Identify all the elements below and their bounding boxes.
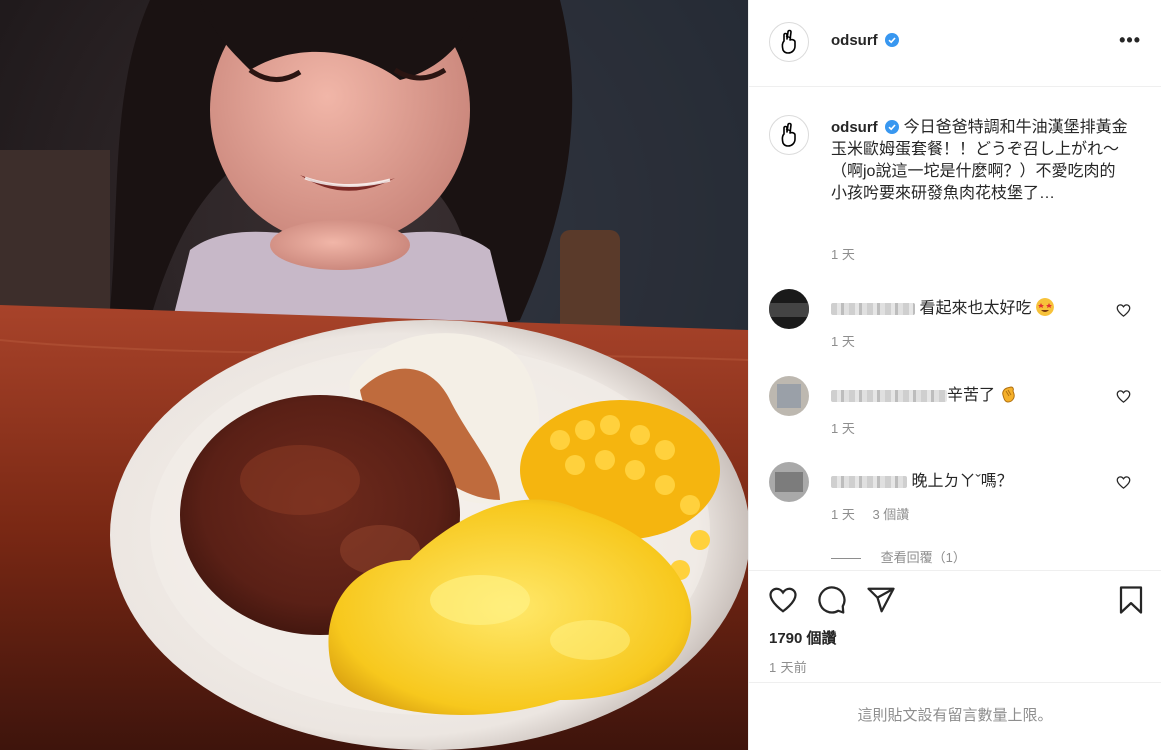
post-actions: 1790 個讚 1 天前 xyxy=(749,570,1161,683)
verified-badge-icon xyxy=(885,33,900,47)
comment-avatar[interactable] xyxy=(769,462,809,502)
clap-emoji xyxy=(1002,386,1016,403)
blurred-username[interactable] xyxy=(831,389,947,402)
comment-1: 看起來也太好吃 xyxy=(831,294,1054,318)
comment-1-time[interactable]: 1 天 xyxy=(831,331,855,350)
heart-icon[interactable] xyxy=(768,585,798,615)
share-icon[interactable] xyxy=(866,585,896,615)
likes-count[interactable]: 1790 個讚 xyxy=(769,627,837,648)
comment-limit-notice: 這則貼文設有留言數量上限。 xyxy=(749,682,1161,751)
comment-2: 辛苦了 xyxy=(831,381,1017,405)
crossed-fingers-avatar-icon xyxy=(781,122,796,147)
bookmark-icon[interactable] xyxy=(1116,585,1146,615)
comment-3-meta: 1 天 3 個讚 xyxy=(831,504,909,523)
star-struck-emoji xyxy=(1035,298,1054,316)
instagram-post-modal: odsurf ••• odsurf 今日爸爸特調和牛油漢堡排黃金玉米歐姆蛋套餐！… xyxy=(0,0,1161,750)
posted-time[interactable]: 1 天前 xyxy=(769,657,807,676)
blurred-username[interactable] xyxy=(831,475,907,488)
comment-avatar[interactable] xyxy=(769,376,809,416)
avatar-blur xyxy=(769,303,809,317)
caption-time[interactable]: 1 天 xyxy=(831,244,855,263)
verified-badge-icon xyxy=(885,120,900,134)
view-replies-label[interactable]: 查看回覆（1） xyxy=(881,550,966,565)
caption-avatar[interactable] xyxy=(769,115,809,155)
post-details-panel: odsurf ••• odsurf 今日爸爸特調和牛油漢堡排黃金玉米歐姆蛋套餐！… xyxy=(748,0,1161,750)
comment-2-time[interactable]: 1 天 xyxy=(831,418,855,437)
comment-like-heart-icon[interactable] xyxy=(1116,303,1131,318)
author-avatar[interactable] xyxy=(769,22,809,62)
comment-avatar[interactable] xyxy=(769,289,809,329)
replies-divider xyxy=(831,558,861,560)
comments-list[interactable]: odsurf 今日爸爸特調和牛油漢堡排黃金玉米歐姆蛋套餐！！どうぞ召し上がれ～（… xyxy=(749,87,1161,569)
blurred-username[interactable] xyxy=(831,302,915,315)
header-username[interactable]: odsurf xyxy=(831,32,878,49)
comment-1-text: 看起來也太好吃 xyxy=(919,300,1032,317)
header-username-row: odsurf xyxy=(831,32,900,50)
comment-3-text: 晚上ㄉㄚˇ嗎？ xyxy=(911,473,1013,490)
post-photo[interactable] xyxy=(0,0,748,750)
comment-like-heart-icon[interactable] xyxy=(1116,389,1131,404)
comment-icon[interactable] xyxy=(817,585,847,615)
post-header: odsurf ••• xyxy=(749,0,1161,87)
avatar-blur xyxy=(777,384,801,408)
avatar-blur xyxy=(775,472,803,492)
photo-illustration xyxy=(0,0,748,750)
comment-3: 晚上ㄉㄚˇ嗎？ xyxy=(831,467,1013,491)
view-replies[interactable]: 查看回覆（1） xyxy=(831,547,966,566)
comment-like-heart-icon[interactable] xyxy=(1116,475,1131,490)
comment-2-text: 辛苦了 xyxy=(947,387,996,404)
comment-3-likes[interactable]: 3 個讚 xyxy=(872,507,909,522)
more-options-icon[interactable]: ••• xyxy=(1119,30,1141,51)
caption-username[interactable]: odsurf xyxy=(831,119,878,136)
crossed-fingers-avatar-icon xyxy=(781,29,796,54)
comment-3-time[interactable]: 1 天 xyxy=(831,507,855,522)
caption: odsurf 今日爸爸特調和牛油漢堡排黃金玉米歐姆蛋套餐！！どうぞ召し上がれ～（… xyxy=(831,117,1131,205)
